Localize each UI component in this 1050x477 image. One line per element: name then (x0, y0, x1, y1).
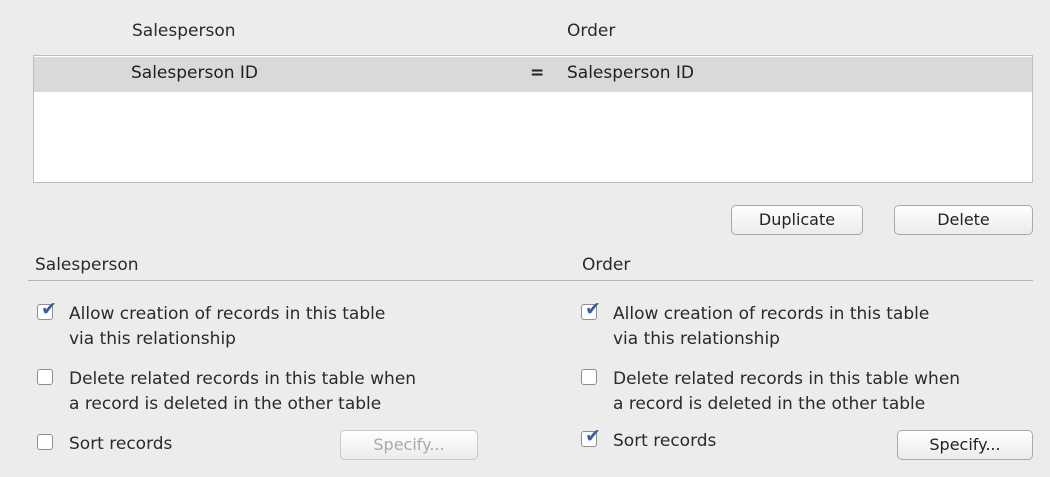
relationship-dialog: Salesperson Order Salesperson ID = Sales… (0, 0, 1050, 477)
operator-label: = (530, 63, 545, 83)
checkmark-icon: ✔ (585, 425, 601, 447)
delete-button[interactable]: Delete (894, 205, 1033, 235)
left-allow-creation-label: Allow creation of records in this table … (69, 302, 385, 352)
right-specify-button[interactable]: Specify... (897, 430, 1033, 460)
relationship-list[interactable]: Salesperson ID = Salesperson ID (33, 55, 1033, 183)
left-panel-title: Salesperson (35, 255, 139, 275)
right-delete-related-label: Delete related records in this table whe… (613, 367, 960, 417)
left-delete-related-checkbox[interactable]: ✔ (37, 369, 53, 385)
right-allow-creation-label: Allow creation of records in this table … (613, 302, 929, 352)
label-line: a record is deleted in the other table (69, 394, 382, 414)
section-divider (28, 280, 1033, 281)
duplicate-button[interactable]: Duplicate (731, 205, 863, 235)
left-sort-checkbox[interactable]: ✔ (37, 434, 53, 450)
label-line: Allow creation of records in this table (69, 304, 386, 324)
right-allow-creation-checkbox[interactable]: ✔ (581, 300, 601, 320)
left-sort-label: Sort records (69, 434, 173, 454)
right-delete-related-checkbox[interactable]: ✔ (581, 369, 597, 385)
right-panel-title: Order (582, 255, 631, 275)
checkmark-icon: ✔ (41, 298, 57, 320)
right-table-header: Order (567, 21, 616, 41)
left-table-header: Salesperson (132, 21, 236, 41)
label-line: via this relationship (69, 329, 236, 349)
label-line: Delete related records in this table whe… (613, 369, 961, 389)
right-sort-label: Sort records (613, 431, 717, 451)
left-allow-creation-checkbox[interactable]: ✔ (37, 300, 57, 320)
label-line: via this relationship (613, 329, 780, 349)
relationship-row[interactable]: Salesperson ID = Salesperson ID (34, 57, 1032, 92)
label-line: a record is deleted in the other table (613, 394, 926, 414)
checkmark-icon: ✔ (585, 298, 601, 320)
label-line: Delete related records in this table whe… (69, 369, 417, 389)
right-sort-checkbox[interactable]: ✔ (581, 427, 601, 447)
label-line: Allow creation of records in this table (613, 304, 930, 324)
left-delete-related-label: Delete related records in this table whe… (69, 367, 416, 417)
right-field-name: Salesperson ID (567, 63, 695, 83)
left-field-name: Salesperson ID (131, 63, 259, 83)
left-specify-button[interactable]: Specify... (340, 430, 478, 460)
